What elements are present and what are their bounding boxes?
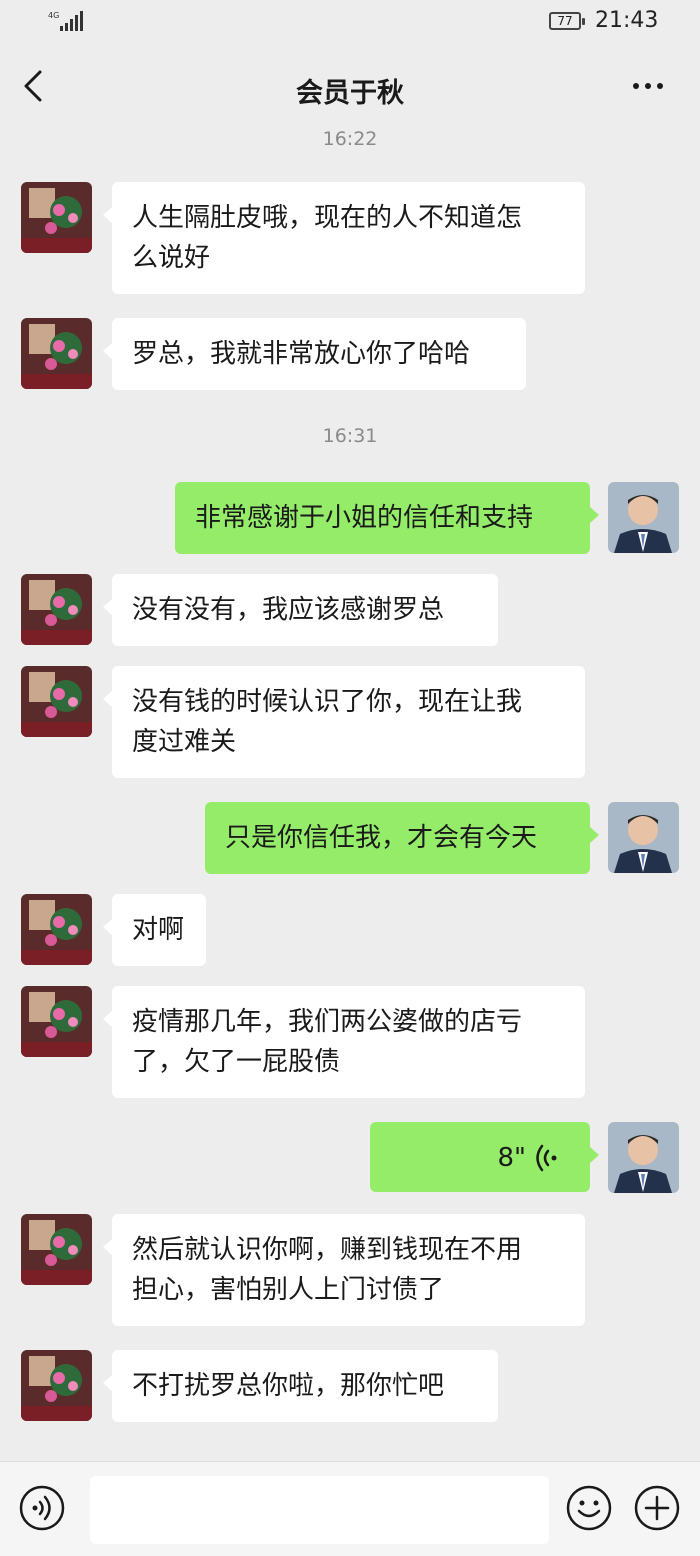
message-line: 疫情那几年，我们两公婆做的店亏 (132, 1007, 523, 1037)
voice-input-icon[interactable] (18, 1484, 66, 1532)
contact-avatar[interactable] (21, 1214, 92, 1285)
message-line: 人生隔肚皮哦，现在的人不知道怎 (132, 203, 523, 233)
message-input[interactable] (90, 1476, 549, 1544)
signal-icon: 4G (48, 11, 83, 31)
status-time: 21:43 (595, 8, 659, 33)
contact-avatar[interactable] (21, 986, 92, 1057)
message-bubble-outgoing[interactable]: 非常感谢于小姐的信任和支持 (175, 482, 599, 554)
chat-header: 会员于秋 (0, 44, 700, 130)
contact-avatar[interactable] (21, 666, 92, 737)
my-avatar[interactable] (608, 482, 679, 553)
more-icon[interactable] (628, 74, 668, 98)
message-line: 度过难关 (132, 727, 237, 757)
chat-title: 会员于秋 (296, 78, 404, 109)
network-type: 4G (48, 11, 59, 20)
message-bubble[interactable]: 人生隔肚皮哦，现在的人不知道怎 么说好 (103, 182, 585, 294)
message-bubble[interactable]: 然后就认识你啊，赚到钱现在不用 担心，害怕别人上门讨债了 (103, 1214, 585, 1326)
input-bar (0, 1461, 700, 1556)
contact-avatar[interactable] (21, 574, 92, 645)
message-line: 没有没有，我应该感谢罗总 (132, 595, 445, 625)
voice-message-bubble[interactable]: 8" (370, 1122, 599, 1192)
message-line: 罗总，我就非常放心你了哈哈 (132, 339, 471, 369)
message-line: 对啊 (132, 915, 185, 945)
plus-circle-icon[interactable] (633, 1484, 681, 1532)
timestamp: 16:31 (322, 425, 378, 447)
message-line: 不打扰罗总你啦，那你忙吧 (132, 1371, 445, 1401)
message-bubble[interactable]: 没有没有，我应该感谢罗总 (103, 574, 498, 646)
message-line: 了，欠了一屁股债 (132, 1047, 341, 1077)
my-avatar[interactable] (608, 1122, 679, 1193)
timestamp: 16:22 (322, 128, 378, 150)
contact-avatar[interactable] (21, 182, 92, 253)
battery-indicator: 77 (549, 12, 585, 30)
message-line: 没有钱的时候认识了你，现在让我 (132, 687, 523, 717)
message-bubble-outgoing[interactable]: 只是你信任我，才会有今天 (205, 802, 599, 874)
message-line: 么说好 (132, 243, 211, 273)
contact-avatar[interactable] (21, 318, 92, 389)
my-avatar[interactable] (608, 802, 679, 873)
message-bubble[interactable]: 不打扰罗总你啦，那你忙吧 (103, 1350, 498, 1422)
message-bubble[interactable]: 对啊 (103, 894, 206, 966)
message-bubble[interactable]: 没有钱的时候认识了你，现在让我 度过难关 (103, 666, 585, 778)
voice-duration: 8" (497, 1143, 526, 1173)
message-line: 非常感谢于小姐的信任和支持 (195, 503, 534, 533)
message-bubble[interactable]: 疫情那几年，我们两公婆做的店亏 了，欠了一屁股债 (103, 986, 585, 1098)
status-bar: 4G 77 21:43 (0, 0, 700, 44)
emoji-icon[interactable] (565, 1484, 613, 1532)
message-line: 担心，害怕别人上门讨债了 (132, 1275, 445, 1305)
message-bubble[interactable]: 罗总，我就非常放心你了哈哈 (103, 318, 526, 390)
message-line: 只是你信任我，才会有今天 (225, 823, 538, 853)
contact-avatar[interactable] (21, 894, 92, 965)
voice-wave-icon (536, 1144, 557, 1172)
contact-avatar[interactable] (21, 1350, 92, 1421)
message-line: 然后就认识你啊，赚到钱现在不用 (132, 1235, 523, 1265)
